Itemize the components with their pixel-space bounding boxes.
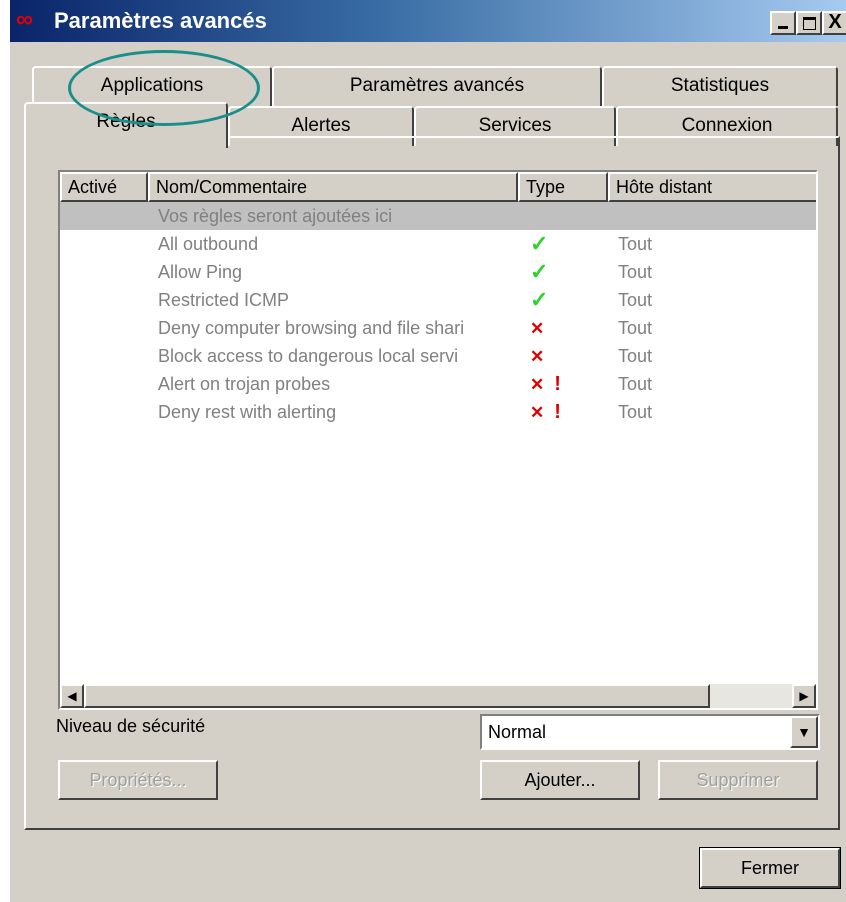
table-row[interactable]: Vos règles seront ajoutées ici <box>60 202 816 230</box>
security-level-value: Normal <box>488 722 547 742</box>
rule-name: Deny computer browsing and file shari <box>158 318 465 338</box>
deny-icon: ✕ <box>530 403 545 422</box>
scroll-left-icon[interactable]: ◀ <box>60 684 84 708</box>
column-header-type[interactable]: Type <box>518 172 608 202</box>
rule-name: Restricted ICMP <box>158 290 290 310</box>
close-icon[interactable]: X <box>822 11 846 35</box>
rule-host: Tout <box>618 290 653 310</box>
rule-host: Tout <box>618 234 653 254</box>
table-row[interactable]: Alert on trojan probes ✕! Tout <box>60 370 816 398</box>
tab-label: Paramètres avancés <box>349 75 525 96</box>
column-header-active[interactable]: Activé <box>60 172 148 202</box>
rule-name: Allow Ping <box>158 262 243 282</box>
tab-statistiques[interactable]: Statistiques <box>602 66 838 106</box>
tab-label: Services <box>478 115 552 136</box>
column-header-host[interactable]: Hôte distant <box>608 172 816 202</box>
tab-label: Connexion <box>681 115 773 136</box>
table-row[interactable]: Restricted ICMP ✓ Tout <box>60 286 816 314</box>
tab-label: Alertes <box>291 115 351 136</box>
infinity-icon: ∞ <box>16 6 33 33</box>
rule-host: Tout <box>618 318 653 338</box>
close-button[interactable]: Fermer <box>699 847 841 889</box>
add-button[interactable]: Ajouter... <box>480 760 640 800</box>
column-header-name[interactable]: Nom/Commentaire <box>148 172 518 202</box>
deny-icon: ✕ <box>530 375 545 394</box>
highlight-ellipse <box>68 50 260 126</box>
rule-name: Deny rest with alerting <box>158 402 337 422</box>
deny-icon: ✕ <box>530 347 545 366</box>
tab-parametres-avances[interactable]: Paramètres avancés <box>272 66 602 106</box>
check-icon: ✓ <box>530 259 549 284</box>
rule-name: Block access to dangerous local servi <box>158 346 459 366</box>
rules-list[interactable]: Activé Nom/Commentaire Type Hôte distant… <box>58 170 818 710</box>
horizontal-scrollbar[interactable]: ◀ ▶ <box>60 684 816 708</box>
window-title: Paramètres avancés <box>54 8 267 33</box>
alert-icon: ! <box>554 401 561 423</box>
table-row[interactable]: Deny computer browsing and file shari ✕ … <box>60 314 816 342</box>
maximize-button[interactable] <box>796 11 822 35</box>
rule-name: Alert on trojan probes <box>158 374 331 394</box>
table-row[interactable]: All outbound ✓ Tout <box>60 230 816 258</box>
rule-name: All outbound <box>158 234 259 254</box>
title-bar[interactable]: ∞ Paramètres avancés X <box>10 0 846 42</box>
check-icon: ✓ <box>530 287 549 312</box>
minimize-button[interactable] <box>770 11 796 35</box>
rule-name: Vos règles seront ajoutées ici <box>158 206 393 226</box>
delete-button[interactable]: Supprimer <box>658 760 818 800</box>
window: ∞ Paramètres avancés X Applications Para… <box>10 0 846 902</box>
tab-label: Statistiques <box>670 75 770 96</box>
rule-host: Tout <box>618 374 653 394</box>
chevron-down-icon[interactable]: ▼ <box>790 716 818 748</box>
scroll-right-icon[interactable]: ▶ <box>792 684 816 708</box>
security-level-select[interactable]: Normal ▼ <box>480 714 820 750</box>
rule-host: Tout <box>618 346 653 366</box>
rule-host: Tout <box>618 262 653 282</box>
scroll-thumb[interactable] <box>84 684 710 708</box>
table-row[interactable]: Allow Ping ✓ Tout <box>60 258 816 286</box>
table-row[interactable]: Deny rest with alerting ✕! Tout <box>60 398 816 426</box>
alert-icon: ! <box>554 373 561 395</box>
properties-button[interactable]: Propriétés... <box>58 760 218 800</box>
check-icon: ✓ <box>530 231 549 256</box>
deny-icon: ✕ <box>530 319 545 338</box>
table-row[interactable]: Block access to dangerous local servi ✕ … <box>60 342 816 370</box>
rule-host: Tout <box>618 402 653 422</box>
security-level-label: Niveau de sécurité <box>56 716 206 736</box>
